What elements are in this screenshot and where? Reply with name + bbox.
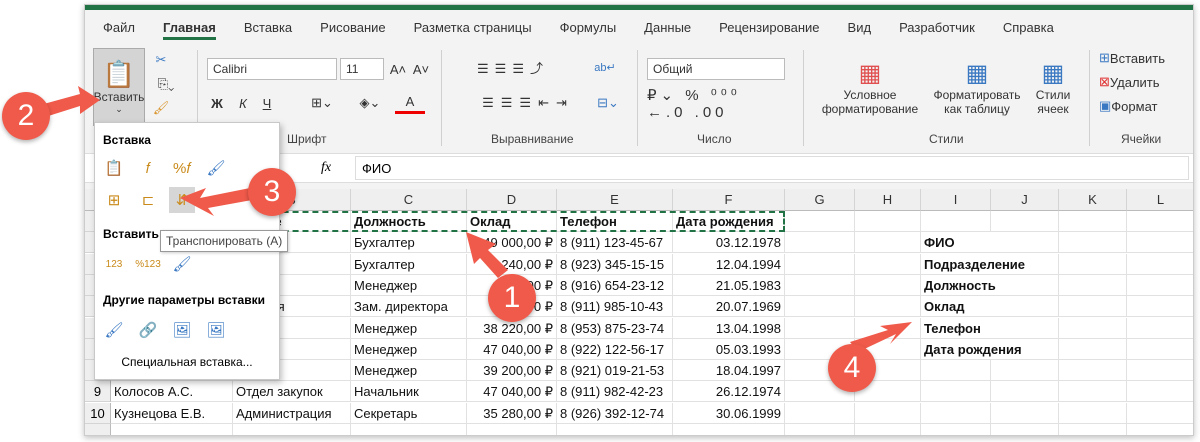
annotation-badge-3: 3 <box>248 168 296 216</box>
annotation-badge-1: 1 <box>488 274 536 322</box>
annotation-badge-4: 4 <box>828 344 876 392</box>
arrow-1 <box>466 232 508 278</box>
arrow-3 <box>180 188 252 216</box>
annotation-arrows <box>40 86 912 352</box>
annotation-badge-2: 2 <box>2 92 50 140</box>
